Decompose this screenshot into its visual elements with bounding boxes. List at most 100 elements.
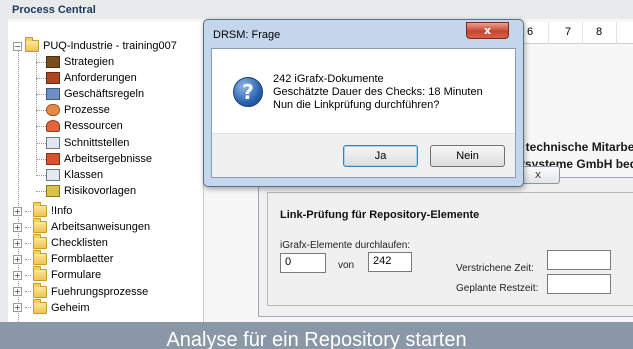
yes-button[interactable]: Ja xyxy=(343,145,418,167)
folder-icon xyxy=(33,250,47,266)
tree-item[interactable]: Klassen xyxy=(46,167,103,183)
current-count-field[interactable]: 0 xyxy=(280,253,326,273)
tree-folder-label: Checklisten xyxy=(51,237,108,250)
tree-item[interactable]: Strategien xyxy=(46,54,114,70)
tree-guide-line xyxy=(36,142,46,144)
tree-folder[interactable]: + Arbeitsanweisungen xyxy=(13,218,151,235)
tree-folder-label: Arbeitsanweisungen xyxy=(51,221,151,234)
tree-guide-line xyxy=(36,158,46,160)
folder-open-icon xyxy=(25,37,39,52)
remaining-time-field[interactable] xyxy=(547,274,611,294)
window-frame-left xyxy=(0,0,8,322)
tree-guide-line xyxy=(25,258,31,260)
tree-item-label: Strategien xyxy=(64,56,115,68)
tree-item-label: Prozesse xyxy=(64,104,110,117)
expand-icon[interactable]: + xyxy=(13,222,22,232)
tree-guide-line xyxy=(25,274,31,276)
tree-item[interactable]: Arbeitsergebnisse xyxy=(46,151,152,167)
remaining-time-label: Geplante Restzeit: xyxy=(456,283,539,294)
folder-icon xyxy=(33,298,47,314)
tree-item-label: Geschäftsregeln xyxy=(64,88,145,101)
elapsed-time-label: Verstrichene Zeit: xyxy=(456,263,534,274)
tree-guide-line xyxy=(25,242,31,244)
tree-guide-line xyxy=(36,190,46,192)
folder-icon xyxy=(33,218,47,234)
tree-item[interactable]: Prozesse xyxy=(46,102,110,118)
tree-item[interactable]: Geschäftsregeln xyxy=(46,86,144,102)
tree-folder-label: !Info xyxy=(51,205,73,217)
work-results-icon xyxy=(46,152,60,165)
tree-guide-line xyxy=(36,110,46,112)
tree-item[interactable]: Anforderungen xyxy=(46,70,137,86)
tree-item[interactable]: Risikovorlagen xyxy=(46,183,136,199)
tree-item-label: Risikovorlagen xyxy=(64,184,137,197)
tree-item-label: Klassen xyxy=(64,168,104,181)
resources-icon xyxy=(46,120,60,133)
column-header-8: 8 xyxy=(596,26,603,38)
tree-guide-line xyxy=(36,94,46,96)
tree-folder-label: Geheim xyxy=(51,301,90,314)
tree-folder-label: Formulare xyxy=(51,269,102,282)
tree-root-label: PUQ-Industrie - training007 xyxy=(43,40,177,52)
tree-guide-line xyxy=(36,126,46,128)
of-label: von xyxy=(338,260,355,271)
screenshot: 6 7 8 h technische Mitarbe tsysteme GmbH… xyxy=(0,0,633,349)
tree-item-label: Anforderungen xyxy=(64,72,137,85)
expand-icon[interactable]: + xyxy=(13,254,22,264)
background-text-line-1: h technische Mitarbe xyxy=(515,140,633,154)
link-check-groupbox: Link-Prüfung für Repository-Elemente iGr… xyxy=(267,192,633,306)
interfaces-icon xyxy=(46,136,60,149)
tree-item[interactable]: Ressourcen xyxy=(46,118,123,134)
column-header-7: 7 xyxy=(565,26,572,38)
column-divider xyxy=(582,22,583,44)
column-divider xyxy=(548,22,549,44)
tree-folder[interactable]: + Fuehrungsprozesse xyxy=(13,282,149,300)
folder-icon xyxy=(33,234,47,250)
tree-folder[interactable]: + Checklisten xyxy=(13,234,108,251)
tree-root[interactable]: − PUQ-Industrie - training007 xyxy=(13,37,177,54)
tree-folder[interactable]: + Geheim xyxy=(13,298,90,316)
classes-icon xyxy=(46,168,60,181)
folder-icon xyxy=(33,266,47,282)
tree-folder[interactable]: + !Info xyxy=(13,202,73,219)
dialog-message-line-2: Geschätzte Dauer des Checks: 18 Minuten xyxy=(273,86,483,98)
caption-text: Analyse für ein Repository starten xyxy=(166,329,467,349)
risk-templates-icon xyxy=(46,184,60,197)
expand-icon[interactable]: + xyxy=(13,270,22,280)
process-icon xyxy=(46,104,60,117)
no-button[interactable]: Nein xyxy=(430,145,505,167)
tree-guide-line xyxy=(25,226,31,228)
tree-item-label: Arbeitsergebnisse xyxy=(64,152,153,165)
tree-guide-line xyxy=(25,210,31,212)
dialog-close-button[interactable]: x xyxy=(466,22,509,39)
tree-guide-line xyxy=(25,307,31,309)
tree-item[interactable]: Schnittstellen xyxy=(46,135,129,151)
elapsed-time-field[interactable] xyxy=(547,250,611,270)
question-icon: ? xyxy=(233,77,263,107)
tree-folder[interactable]: + Formulare xyxy=(13,266,102,283)
dialog-message-line-3: Nun die Linkprüfung durchführen? xyxy=(273,99,440,111)
total-count-field[interactable]: 242 xyxy=(368,252,412,272)
collapse-icon[interactable]: − xyxy=(13,41,22,51)
panel-title: Process Central xyxy=(12,4,96,16)
tree-guide-line xyxy=(25,291,31,292)
expand-icon[interactable]: + xyxy=(13,303,22,313)
tree-item-label: Schnittstellen xyxy=(64,136,130,149)
tree-guide-line xyxy=(36,174,46,176)
tree-folder-label: Formblaetter xyxy=(51,253,114,266)
column-header-6: 6 xyxy=(527,26,534,38)
tree-folder-label: Fuehrungsprozesse xyxy=(51,285,149,298)
column-divider xyxy=(616,22,617,44)
dialog-title: DRSM: Frage xyxy=(213,29,281,41)
strategy-icon xyxy=(46,56,60,68)
tree-guide-line xyxy=(36,46,37,172)
tree-folder[interactable]: + Formblaetter xyxy=(13,250,114,267)
expand-icon[interactable]: + xyxy=(13,287,22,296)
expand-icon[interactable]: + xyxy=(13,206,22,216)
tree-guide-line xyxy=(36,78,46,80)
tree-item-label: Ressourcen xyxy=(64,120,123,133)
expand-icon[interactable]: + xyxy=(13,238,22,248)
dialog-content: ? 242 iGrafx-Dokumente Geschätzte Dauer … xyxy=(211,48,516,178)
dialog-message-line-1: 242 iGrafx-Dokumente xyxy=(273,73,384,85)
link-check-title: Link-Prüfung für Repository-Elemente xyxy=(280,209,480,221)
